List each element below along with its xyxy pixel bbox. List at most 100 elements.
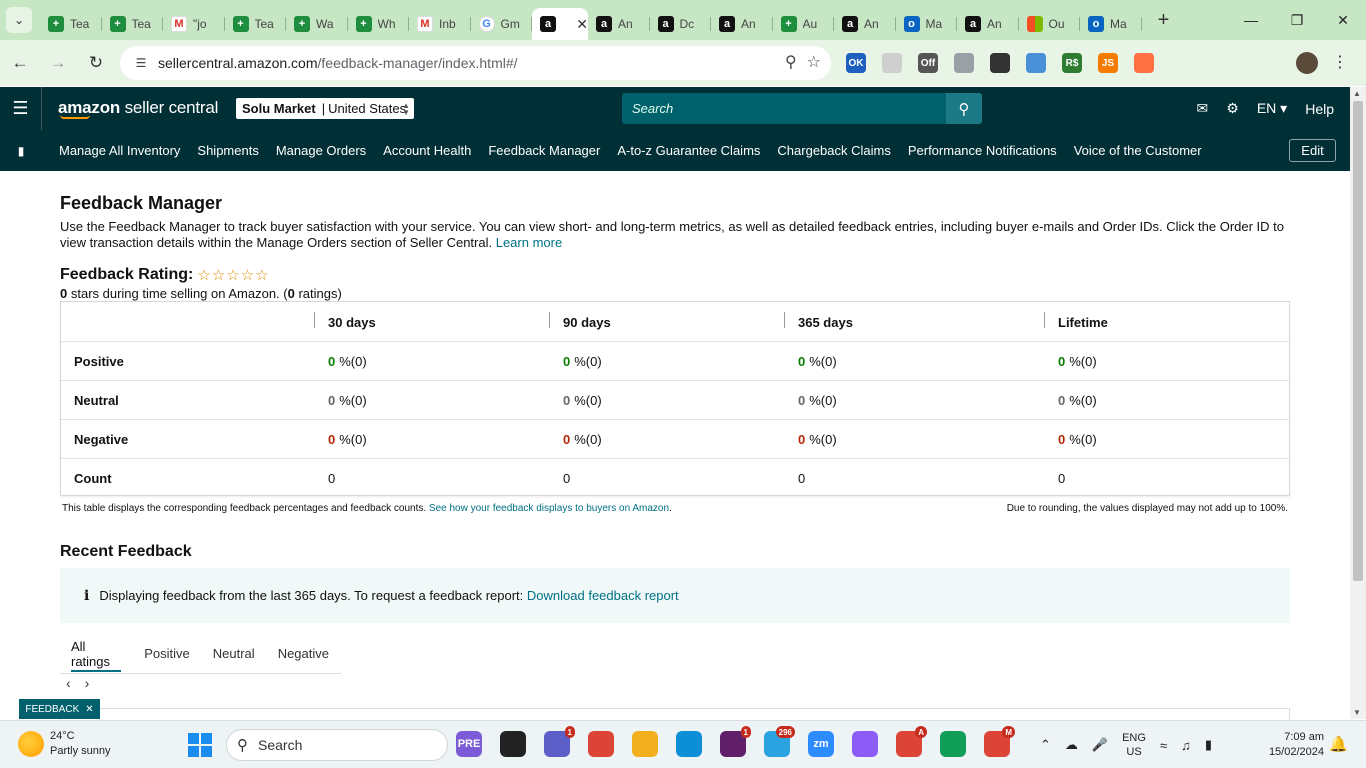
browser-tab[interactable]: M "jo xyxy=(163,8,225,40)
feedback-display-link[interactable]: See how your feedback displays to buyers… xyxy=(429,503,669,514)
chevron-up-icon[interactable]: ⌃ xyxy=(1040,737,1051,753)
battery-icon[interactable]: ▮ xyxy=(1205,737,1212,753)
browser-tab[interactable]: a An xyxy=(711,8,773,40)
extension-icon[interactable] xyxy=(1026,53,1046,73)
browser-menu-icon[interactable]: ⋮ xyxy=(1332,52,1348,72)
tab-neutral[interactable]: Neutral xyxy=(213,634,255,674)
reload-button[interactable]: ↻ xyxy=(78,47,114,79)
language-indicator[interactable]: ENG US xyxy=(1122,731,1146,759)
nav-item[interactable]: Manage Orders xyxy=(276,143,366,158)
chevron-left-icon[interactable]: ‹ xyxy=(66,675,71,691)
windows-start-icon[interactable] xyxy=(188,733,212,757)
clock[interactable]: 7:09 am 15/02/2024 xyxy=(1269,730,1324,760)
browser-tab[interactable]: + Wa xyxy=(286,8,348,40)
browser-tab[interactable]: a An xyxy=(588,8,650,40)
browser-tab[interactable]: G Gm xyxy=(471,8,533,40)
telegram-app-icon[interactable]: 296 xyxy=(764,726,795,757)
browser-tab[interactable]: a Dc xyxy=(650,8,712,40)
minimize-icon[interactable]: — xyxy=(1228,0,1274,40)
close-icon[interactable]: ✕ xyxy=(85,704,93,715)
slack-app-icon[interactable]: 1 xyxy=(720,726,751,757)
edit-nav-button[interactable]: Edit xyxy=(1289,139,1336,162)
browser-tab[interactable]: + Tea xyxy=(102,8,164,40)
teams-chat-app-icon[interactable]: 1 xyxy=(544,726,575,757)
nav-item[interactable]: Performance Notifications xyxy=(908,143,1057,158)
mail-icon[interactable]: ✉ xyxy=(1197,100,1209,117)
browser-tab[interactable]: a An xyxy=(834,8,896,40)
seller-central-logo[interactable]: amazon seller central xyxy=(58,98,218,119)
url-bar[interactable]: ☰ sellercentral.amazon.com/feedback-mana… xyxy=(120,46,831,80)
terminal-app-icon[interactable] xyxy=(500,731,526,757)
nav-item[interactable]: Chargeback Claims xyxy=(777,143,890,158)
help-link[interactable]: Help xyxy=(1305,101,1334,117)
restore-icon[interactable]: ❐ xyxy=(1274,0,1320,40)
forward-button[interactable]: → xyxy=(40,47,76,79)
browser-tab[interactable]: a ✕ xyxy=(532,8,588,40)
close-tab-icon[interactable]: ✕ xyxy=(576,16,588,33)
url-text[interactable]: sellercentral.amazon.com/feedback-manage… xyxy=(158,55,518,71)
extension-icon[interactable]: R$ xyxy=(1062,53,1082,73)
site-info-icon[interactable]: ☰ xyxy=(132,54,150,72)
chrome-profile-m-app-icon[interactable]: M xyxy=(984,726,1015,757)
file-explorer-app-icon[interactable] xyxy=(632,731,658,757)
scroll-thumb[interactable] xyxy=(1353,101,1363,581)
zoom-icon[interactable]: ⚲ xyxy=(785,52,797,72)
download-feedback-report-link[interactable]: Download feedback report xyxy=(527,588,679,603)
extension-icon[interactable] xyxy=(954,53,974,73)
hamburger-menu-icon[interactable]: ☰ xyxy=(0,87,42,130)
browser-tab[interactable]: + Tea xyxy=(40,8,102,40)
extension-icon[interactable] xyxy=(1134,53,1154,73)
tab-search-chevron-icon[interactable]: ⌄ xyxy=(6,7,32,33)
bookmark-star-icon[interactable]: ☆ xyxy=(807,52,821,72)
nav-item[interactable]: Manage All Inventory xyxy=(59,143,180,158)
tab-negative[interactable]: Negative xyxy=(278,634,329,674)
header-search-input[interactable]: Search xyxy=(622,93,946,124)
gear-icon[interactable]: ⚙ xyxy=(1226,100,1239,117)
marketplace-switcher[interactable]: Solu Market | United States ▲ ▼ xyxy=(236,98,414,119)
wifi-icon[interactable]: ≈ xyxy=(1160,738,1167,753)
extension-icon[interactable]: Off xyxy=(918,53,938,73)
browser-tab[interactable]: a An xyxy=(957,8,1019,40)
extension-icon[interactable]: OK xyxy=(846,53,866,73)
page-scrollbar[interactable]: ▲ ▼ xyxy=(1350,87,1366,719)
notification-bell-icon[interactable]: 🔔 xyxy=(1329,735,1348,753)
microphone-icon[interactable]: 🎤 xyxy=(1092,737,1108,753)
chrome-profile-photo-app-icon[interactable] xyxy=(940,731,966,757)
close-window-icon[interactable]: ✕ xyxy=(1320,0,1366,40)
browser-tab[interactable]: + Au xyxy=(773,8,835,40)
weather-widget[interactable]: 24°C Partly sunny xyxy=(18,729,111,759)
extension-icon[interactable]: JS xyxy=(1098,53,1118,73)
messenger-app-icon[interactable] xyxy=(852,731,878,757)
copilot-app-icon[interactable]: PRE xyxy=(456,731,482,757)
nav-item[interactable]: Account Health xyxy=(383,143,471,158)
nav-item[interactable]: Voice of the Customer xyxy=(1074,143,1202,158)
extension-icon[interactable] xyxy=(990,53,1010,73)
tab-positive[interactable]: Positive xyxy=(144,634,190,674)
new-tab-button[interactable]: + xyxy=(1152,8,1176,32)
nav-item[interactable]: A-to-z Guarantee Claims xyxy=(617,143,760,158)
browser-tab[interactable]: o Ma xyxy=(896,8,958,40)
network-status-icon[interactable]: ☁ xyxy=(1065,737,1078,753)
profile-avatar[interactable] xyxy=(1296,52,1318,74)
learn-more-link[interactable]: Learn more xyxy=(496,235,562,250)
chrome-app-icon[interactable] xyxy=(588,731,614,757)
feedback-pill-button[interactable]: FEEDBACK ✕ xyxy=(19,699,100,719)
scroll-down-icon[interactable]: ▼ xyxy=(1353,708,1361,717)
back-button[interactable]: ← xyxy=(2,47,38,79)
browser-tab[interactable]: Ou xyxy=(1019,8,1081,40)
browser-tab[interactable]: M Inb xyxy=(409,8,471,40)
browser-tab[interactable]: o Ma xyxy=(1080,8,1142,40)
edge-app-icon[interactable] xyxy=(676,731,702,757)
browser-tab[interactable]: + Tea xyxy=(225,8,287,40)
extension-icon[interactable] xyxy=(882,53,902,73)
chrome-profile-a-app-icon[interactable]: A xyxy=(896,726,927,757)
search-icon[interactable]: ⚲ xyxy=(946,93,982,124)
scroll-up-icon[interactable]: ▲ xyxy=(1353,89,1361,98)
nav-item[interactable]: Feedback Manager xyxy=(488,143,600,158)
taskbar-search[interactable]: ⚲ Search xyxy=(226,729,448,761)
language-selector[interactable]: EN ▾ xyxy=(1257,100,1287,117)
tab-all-ratings[interactable]: All ratings xyxy=(71,634,122,674)
zoom-app-icon[interactable]: zm xyxy=(808,731,834,757)
volume-icon[interactable]: ♫ xyxy=(1181,738,1191,753)
browser-tab[interactable]: + Wh xyxy=(348,8,410,40)
